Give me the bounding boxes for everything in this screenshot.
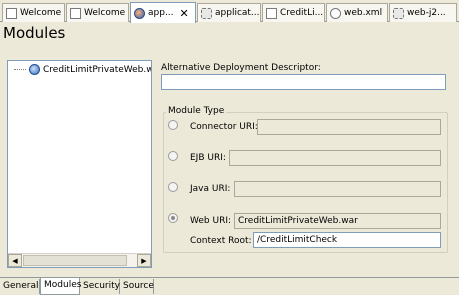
scroll-thumb[interactable]: [23, 255, 127, 266]
tab-label: web-j2...: [407, 8, 446, 18]
page-tab-strip: General Modules Security Source: [0, 277, 459, 295]
alt-descriptor-label: Alternative Deployment Descriptor:: [161, 63, 321, 73]
scroll-right-button[interactable]: ▶: [137, 254, 151, 267]
connector-uri-label: Connector URI:: [190, 122, 258, 132]
tree-item-label: CreditLimitPrivateWeb.war: [43, 64, 151, 75]
tab-creditli[interactable]: CreditLi...: [262, 3, 325, 22]
document-icon: [266, 7, 277, 19]
context-root-field[interactable]: /CreditLimitCheck: [253, 232, 441, 248]
horizontal-scrollbar[interactable]: ◀ ▶: [8, 253, 151, 267]
tab-security[interactable]: Security: [80, 279, 120, 294]
tree-connector-line: [14, 69, 26, 70]
tab-label: app...: [148, 8, 174, 18]
web-uri-label: Web URI:: [190, 216, 232, 226]
ejb-radio[interactable]: [168, 151, 178, 161]
module-type-title: Module Type: [166, 106, 227, 116]
context-root-label: Context Root:: [190, 236, 252, 246]
tab-modules[interactable]: Modules: [40, 278, 81, 295]
ejb-uri-field[interactable]: [229, 150, 441, 166]
ejb-uri-label: EJB URI:: [190, 153, 226, 163]
java-uri-label: Java URI:: [190, 184, 231, 194]
close-icon[interactable]: ✕: [180, 8, 189, 19]
tab-web-j2[interactable]: web-j2...: [389, 3, 457, 22]
scroll-left-button[interactable]: ◀: [8, 254, 22, 267]
application-icon: [134, 7, 145, 19]
tab-label: web.xml: [344, 8, 383, 18]
tab-general[interactable]: General: [0, 279, 40, 294]
web-radio[interactable]: [168, 213, 178, 223]
tab-source[interactable]: Source: [120, 279, 154, 294]
web-module-icon: [29, 64, 40, 75]
tree-item-creditlimitprivateweb[interactable]: CreditLimitPrivateWeb.war: [14, 64, 151, 75]
tab-label: Welcome: [84, 8, 126, 18]
module-tree[interactable]: CreditLimitPrivateWeb.war ◀ ▶: [7, 60, 152, 268]
document-icon: [6, 7, 17, 19]
gear-icon: [201, 7, 212, 19]
tab-label: applicat...: [215, 8, 260, 18]
editor-tab-strip: Welcome Welcome app... ✕ applicat... Cre…: [0, 0, 459, 23]
java-radio[interactable]: [168, 182, 178, 192]
tab-label: CreditLi...: [280, 8, 324, 18]
alt-descriptor-input[interactable]: [161, 74, 446, 90]
document-icon: [70, 7, 81, 19]
page-title: Modules: [3, 24, 66, 42]
gear-icon: [393, 7, 404, 19]
xml-icon: [330, 7, 341, 19]
web-uri-field[interactable]: CreditLimitPrivateWeb.war: [234, 213, 441, 229]
tab-application-active[interactable]: app... ✕: [130, 2, 196, 23]
tab-web-xml[interactable]: web.xml: [326, 3, 388, 22]
tab-welcome-1[interactable]: Welcome: [2, 3, 65, 22]
connector-radio[interactable]: [168, 120, 178, 130]
java-uri-field[interactable]: [234, 181, 441, 197]
connector-uri-field[interactable]: [257, 119, 441, 135]
tab-applicat[interactable]: applicat...: [197, 3, 261, 22]
tab-label: Welcome: [20, 8, 62, 18]
tab-welcome-2[interactable]: Welcome: [66, 3, 129, 22]
